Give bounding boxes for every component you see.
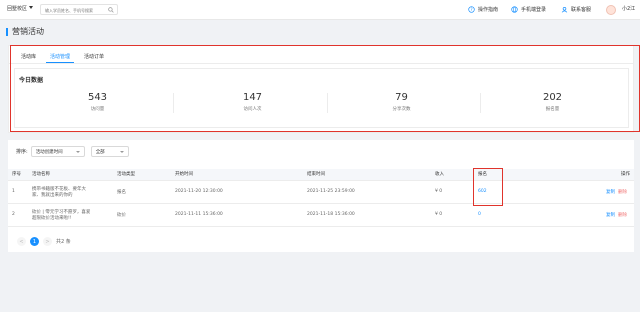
stat-visitors: 147 访问人次 [190,92,315,112]
header-signups: 报名 [474,169,594,181]
activity-list-card: 排序: 活动创建时间 全部 序号 活动名称 活动类型 开始时间 结束时间 收入 … [8,140,634,252]
tab-divider [9,63,633,64]
table-row[interactable]: 1 携带书籍版不花板、要年大 家、我就出来的你的 报名 2021-11-20 12… [8,180,634,204]
tab-bar: 活动库 活动管理 活动订单 [14,49,111,63]
sort-select-value: 活动创建时间 [35,149,63,155]
stat-shares: 79 分享次数 [339,92,464,112]
stat-shares-label: 分享次数 [392,107,411,112]
cell-income: ¥ 0 [431,203,474,227]
mobile-login-label: 手机端登录 [521,7,547,13]
pagination: < 1 > 共2 条 [17,237,71,246]
avatar[interactable] [606,4,616,15]
chevron-down-icon [75,150,80,153]
cell-name: 携带书籍版不花板、要年大 家、我就出来的你的 [28,180,113,204]
stat-divider [327,93,328,113]
stat-visitors-label: 访问人次 [243,107,262,112]
status-select-value: 全部 [95,149,105,155]
stat-signups-value: 202 [542,92,563,103]
status-select[interactable]: 全部 [90,146,129,157]
header-type: 活动类型 [113,169,171,181]
cell-index: 2 [8,203,28,227]
copy-link[interactable]: 复制 [606,190,615,195]
cell-start: 2021-11-11 15:36:00 [171,203,303,227]
chevron-down-icon [119,150,124,153]
chevron-down-icon [29,6,34,9]
stat-visits-value: 543 [87,92,108,103]
stat-visitors-value: 147 [242,92,263,103]
page-number-current[interactable]: 1 [30,237,39,246]
delete-link[interactable]: 删除 [618,190,627,195]
stat-shares-value: 79 [395,92,408,103]
name-line: 家、我就出来的你的 [32,192,73,198]
cell-index: 1 [8,180,28,204]
table-row[interactable]: 2 砍价 | 零元学习不愿罗，喜爱 超限砍价活动来啦!! 砍价 2021-11-1… [8,203,634,227]
customer-service-label: 联系客服 [571,7,592,13]
delete-link[interactable]: 删除 [618,213,627,218]
guide-icon: ? [468,6,475,13]
stat-divider [480,93,481,113]
stat-divider [173,93,174,113]
tab-activity-library[interactable]: 活动库 [14,49,43,63]
phone-icon [511,6,518,13]
prev-page-button[interactable]: < [17,237,26,246]
today-data-title: 今日数据 [19,77,44,84]
campus-selector[interactable]: 回墅校区 [7,5,34,12]
username[interactable]: 小2江 [622,5,635,12]
marketing-overview-card: 活动库 活动管理 活动订单 今日数据 543 访问量 147 访问人次 79 分… [8,45,634,133]
stat-visits: 543 访问量 [35,92,160,112]
header-index: 序号 [8,169,28,181]
guide-label: 操作指南 [478,7,499,13]
tab-activity-management[interactable]: 活动管理 [43,49,77,63]
name-line: 超限砍价活动来啦!! [32,215,72,221]
cell-actions: 复制 删除 [594,203,634,227]
cell-name: 砍价 | 零元学习不愿罗，喜爱 超限砍价活动来啦!! [28,203,113,227]
svg-text:?: ? [470,7,472,12]
header-start: 开始时间 [171,169,303,181]
header-income: 收入 [431,169,474,181]
today-data-panel: 今日数据 543 访问量 147 访问人次 79 分享次数 202 报名量 [14,68,629,128]
cell-actions: 复制 删除 [594,180,634,204]
stat-signups: 202 报名量 [490,92,615,112]
sort-select[interactable]: 活动创建时间 [30,146,85,157]
cell-signups[interactable]: 602 [474,180,594,204]
tab-activity-orders[interactable]: 活动订单 [77,49,111,63]
page-title: 营销活动 [6,28,44,36]
cell-end: 2021-11-25 23:59:00 [303,180,431,204]
guide-link[interactable]: ? 操作指南 [468,4,498,15]
cell-signups[interactable]: 0 [474,203,594,227]
copy-link[interactable]: 复制 [606,213,615,218]
cell-start: 2021-11-20 12:30:00 [171,180,303,204]
total-count: 共2 条 [56,239,71,245]
stat-visits-label: 访问量 [90,107,105,112]
top-bar: 回墅校区 ? 操作指南 手机端登录 联系客服 小2江 [0,0,640,20]
sort-label: 排序: [16,149,28,155]
mobile-login-link[interactable]: 手机端登录 [511,4,546,15]
user-menu[interactable] [606,4,616,15]
search-input[interactable] [45,7,105,13]
header-actions: 操作 [594,169,634,181]
search-icon[interactable] [108,7,114,13]
activity-table: 序号 活动名称 活动类型 开始时间 结束时间 收入 报名 操作 1 携带书籍版不… [8,169,634,227]
next-page-button[interactable]: > [43,237,52,246]
search-box[interactable] [40,4,118,15]
cell-type: 报名 [113,180,171,204]
header-end: 结束时间 [303,169,431,181]
filter-bar: 排序: 活动创建时间 全部 [16,146,129,157]
cell-end: 2021-11-18 15:36:00 [303,203,431,227]
header-name: 活动名称 [28,169,113,181]
stat-signups-label: 报名量 [545,107,560,112]
campus-label: 回墅校区 [7,6,28,12]
cell-income: ¥ 0 [431,180,474,204]
cell-type: 砍价 [113,203,171,227]
table-header-row: 序号 活动名称 活动类型 开始时间 结束时间 收入 报名 操作 [8,169,634,181]
service-icon [561,7,568,13]
customer-service-link[interactable]: 联系客服 [561,4,591,15]
